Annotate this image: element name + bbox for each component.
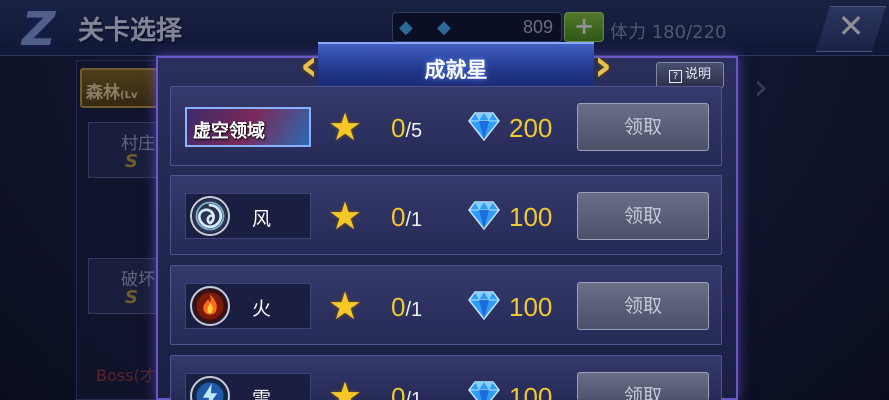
progress-current: 0 xyxy=(391,113,406,143)
dialog-title: 成就星 xyxy=(424,58,488,82)
question-icon: ? xyxy=(668,70,682,83)
fire-icon xyxy=(190,286,230,326)
claim-button[interactable]: 领取 xyxy=(577,103,709,151)
progress-total: /1 xyxy=(405,389,423,400)
reward-amount: 100 xyxy=(509,292,553,322)
diamond-icon xyxy=(468,381,500,400)
row-name: 雷 xyxy=(252,388,272,400)
progress-current: 0 xyxy=(391,292,406,322)
progress-total: /5 xyxy=(405,120,423,142)
row-name: 虚空领域 xyxy=(193,121,265,142)
help-label: 说明 xyxy=(684,67,711,82)
achievement-row: 风 ★ 0/1 100 领取 xyxy=(170,175,722,255)
row-name-box: 雷 xyxy=(185,373,311,400)
row-name-box: 风 xyxy=(185,193,311,239)
star-icon: ★ xyxy=(327,194,363,238)
progress-text: 0/1 xyxy=(391,202,422,233)
progress-current: 0 xyxy=(391,202,406,232)
diamond-icon xyxy=(468,291,500,321)
reward-amount: 200 xyxy=(509,113,553,143)
star-icon: ★ xyxy=(327,374,363,400)
reward-amount: 100 xyxy=(509,382,553,400)
dialog-header: ‹ › 成就星 xyxy=(300,42,612,92)
progress-text: 0/1 xyxy=(391,292,422,323)
claim-button[interactable]: 领取 xyxy=(577,372,709,400)
progress-current: 0 xyxy=(391,382,406,400)
achievement-row: 火 ★ 0/1 100 领取 xyxy=(170,265,722,345)
achievement-row: 虚空领域 ★ 0/5 200 领取 xyxy=(170,86,722,166)
diamond-icon xyxy=(468,112,500,142)
progress-text: 0/1 xyxy=(391,382,422,400)
achievement-row: 雷 ★ 0/1 100 领取 xyxy=(170,355,722,400)
row-name: 风 xyxy=(252,208,272,230)
help-button[interactable]: ? 说明 xyxy=(656,62,724,88)
progress-text: 0/5 xyxy=(391,113,422,144)
claim-button[interactable]: 领取 xyxy=(577,192,709,240)
wind-icon xyxy=(190,196,230,236)
progress-total: /1 xyxy=(405,299,423,321)
diamond-icon xyxy=(468,201,500,231)
row-name: 火 xyxy=(252,298,272,320)
claim-button[interactable]: 领取 xyxy=(577,282,709,330)
reward-amount: 100 xyxy=(509,202,553,232)
star-icon: ★ xyxy=(327,105,363,149)
star-icon: ★ xyxy=(327,284,363,328)
thunder-icon xyxy=(190,376,230,400)
progress-total: /1 xyxy=(405,209,423,231)
row-name-box: 火 xyxy=(185,283,311,329)
void-realm-banner: 虚空领域 xyxy=(185,107,311,147)
